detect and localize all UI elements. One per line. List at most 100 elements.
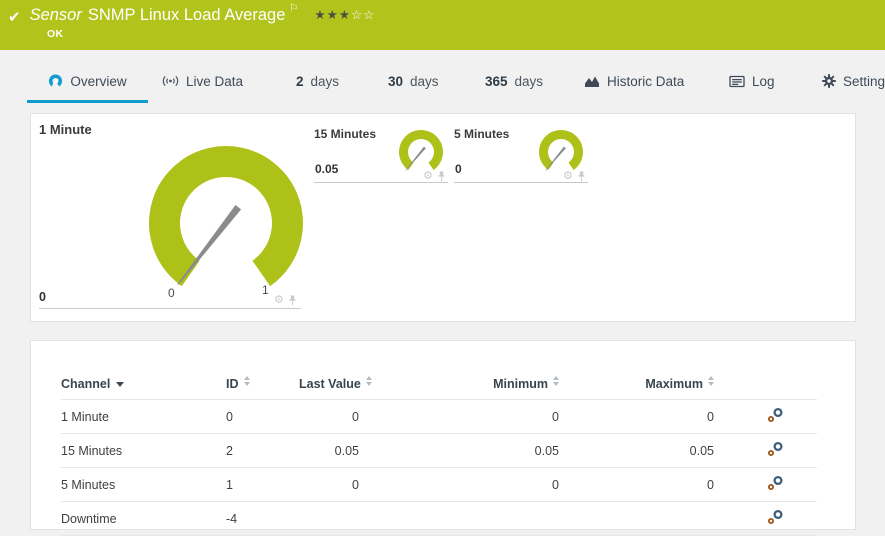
secondary-gauge-2 — [539, 129, 583, 171]
tab-bar: Overview Live Data 2 days 30 days 365 da… — [0, 62, 885, 104]
channels-table: Channel ID Last Value Minimum Maximum 1 … — [61, 371, 817, 536]
ok-check-icon: ✔ — [8, 9, 21, 26]
cell-minimum: 0.05 — [389, 433, 574, 468]
secondary-gauge-2-value: 0 — [455, 162, 462, 176]
tab-2-days-word: days — [310, 73, 340, 89]
log-list-icon — [729, 75, 745, 88]
secondary-gauge-1-actions: ⚙ — [423, 171, 446, 182]
column-header-maximum[interactable]: Maximum — [574, 371, 734, 400]
tab-30-days-word: days — [410, 73, 439, 89]
cell-id: 0 — [226, 399, 299, 434]
object-kind-label: Sensor — [29, 6, 82, 24]
secondary-gauge-2-actions: ⚙ — [563, 171, 586, 182]
cell-channel: 1 Minute — [61, 399, 226, 434]
cell-maximum: 0 — [574, 467, 734, 502]
column-header-channel-label: Channel — [61, 376, 111, 391]
page-title: SNMP Linux Load Average — [87, 6, 286, 24]
broadcast-icon — [162, 74, 179, 88]
channel-gear-icon[interactable]: ⚙ — [563, 171, 573, 182]
tab-365-days-number: 365 — [485, 73, 508, 89]
sort-desc-icon — [116, 381, 125, 387]
tab-365-days-word: days — [514, 73, 544, 89]
secondary-gauge-1-label: 15 Minutes — [314, 127, 377, 141]
area-chart-icon — [584, 74, 600, 88]
channel-settings-gears-icon[interactable] — [767, 407, 784, 426]
cell-last-value: 0.05 — [299, 433, 389, 468]
pin-icon[interactable] — [437, 171, 446, 182]
priority-flag-icon[interactable]: ⚐ — [289, 3, 298, 14]
tab-2-days[interactable]: 2 days — [296, 62, 339, 100]
sort-icon — [708, 376, 714, 386]
sort-icon — [365, 376, 372, 386]
cell-minimum — [389, 501, 574, 536]
tile-underline — [39, 308, 301, 309]
table-row: 15 Minutes 2 0.05 0.05 0.05 — [61, 433, 817, 468]
secondary-gauge-1-value: 0.05 — [315, 162, 339, 176]
tab-log[interactable]: Log — [729, 62, 775, 100]
channel-gear-icon[interactable]: ⚙ — [274, 295, 284, 306]
active-tab-underline — [27, 100, 148, 103]
secondary-gauge-1 — [399, 129, 443, 171]
primary-gauge — [149, 146, 303, 287]
column-header-last-value-label: Last Value — [299, 377, 361, 391]
table-row: 1 Minute 0 0 0 0 — [61, 399, 817, 434]
channel-settings-gears-icon[interactable] — [767, 441, 784, 460]
tab-settings[interactable]: Settings — [822, 62, 885, 100]
cell-id: -4 — [226, 501, 299, 536]
pin-icon[interactable] — [577, 171, 586, 182]
channel-gear-icon[interactable]: ⚙ — [423, 171, 433, 182]
tab-30-days-number: 30 — [388, 73, 404, 89]
gauge-icon — [48, 73, 63, 89]
primary-gauge-scale-max: 1 — [262, 283, 269, 297]
tab-historic-data-label: Historic Data — [607, 73, 685, 89]
column-header-id[interactable]: ID — [226, 371, 299, 400]
column-header-id-label: ID — [226, 377, 239, 391]
table-header-row: Channel ID Last Value Minimum Maximum — [61, 371, 817, 400]
cell-channel: 15 Minutes — [61, 433, 226, 468]
tab-settings-label: Settings — [843, 73, 885, 89]
column-header-maximum-label: Maximum — [645, 377, 703, 391]
channels-panel: Channel ID Last Value Minimum Maximum 1 … — [30, 340, 856, 536]
column-header-minimum[interactable]: Minimum — [389, 371, 574, 400]
stars-empty[interactable]: ☆☆ — [351, 8, 375, 22]
cell-maximum: 0 — [574, 399, 734, 434]
cell-channel: 5 Minutes — [61, 467, 226, 502]
secondary-gauge-2-label: 5 Minutes — [454, 127, 510, 141]
cell-last-value — [299, 501, 389, 536]
tile-underline — [454, 182, 588, 183]
primary-gauge-actions: ⚙ — [274, 295, 297, 306]
gear-icon — [822, 74, 836, 88]
column-header-actions — [734, 371, 817, 400]
channel-settings-gears-icon[interactable] — [767, 475, 784, 494]
tab-live-data[interactable]: Live Data — [162, 62, 243, 100]
column-header-channel[interactable]: Channel — [61, 371, 226, 400]
table-row: 5 Minutes 1 0 0 0 — [61, 467, 817, 502]
primary-gauge-value: 0 — [39, 290, 46, 304]
tab-365-days[interactable]: 365 days — [485, 62, 543, 100]
sort-icon — [243, 376, 250, 386]
tab-historic-data[interactable]: Historic Data — [584, 62, 684, 100]
cell-last-value: 0 — [299, 467, 389, 502]
cell-minimum: 0 — [389, 399, 574, 434]
tab-overview-label: Overview — [70, 73, 127, 89]
primary-gauge-scale-min: 0 — [168, 286, 175, 300]
gauges-panel: 1 Minute 0 1 0 ⚙ 15 Minutes 0.05 ⚙ 5 Min… — [30, 113, 856, 322]
cell-id: 1 — [226, 467, 299, 502]
tile-underline — [314, 182, 448, 183]
stars-filled[interactable]: ★★★ — [314, 8, 351, 22]
primary-gauge-label: 1 Minute — [39, 122, 92, 137]
column-header-last-value[interactable]: Last Value — [299, 371, 389, 400]
tab-2-days-number: 2 — [296, 73, 304, 89]
channel-settings-gears-icon[interactable] — [767, 509, 784, 528]
gauge-needle — [177, 205, 242, 285]
tab-overview[interactable]: Overview — [27, 62, 148, 100]
tab-30-days[interactable]: 30 days — [388, 62, 439, 100]
cell-channel: Downtime — [61, 501, 226, 536]
cell-last-value: 0 — [299, 399, 389, 434]
cell-maximum: 0.05 — [574, 433, 734, 468]
table-row: Downtime -4 — [61, 501, 817, 536]
sensor-status-header: ✔ Sensor SNMP Linux Load Average ⚐ ★★★☆☆… — [0, 0, 885, 50]
priority-stars[interactable]: ★★★☆☆ — [314, 7, 375, 22]
cell-maximum — [574, 501, 734, 536]
pin-icon[interactable] — [288, 295, 297, 306]
